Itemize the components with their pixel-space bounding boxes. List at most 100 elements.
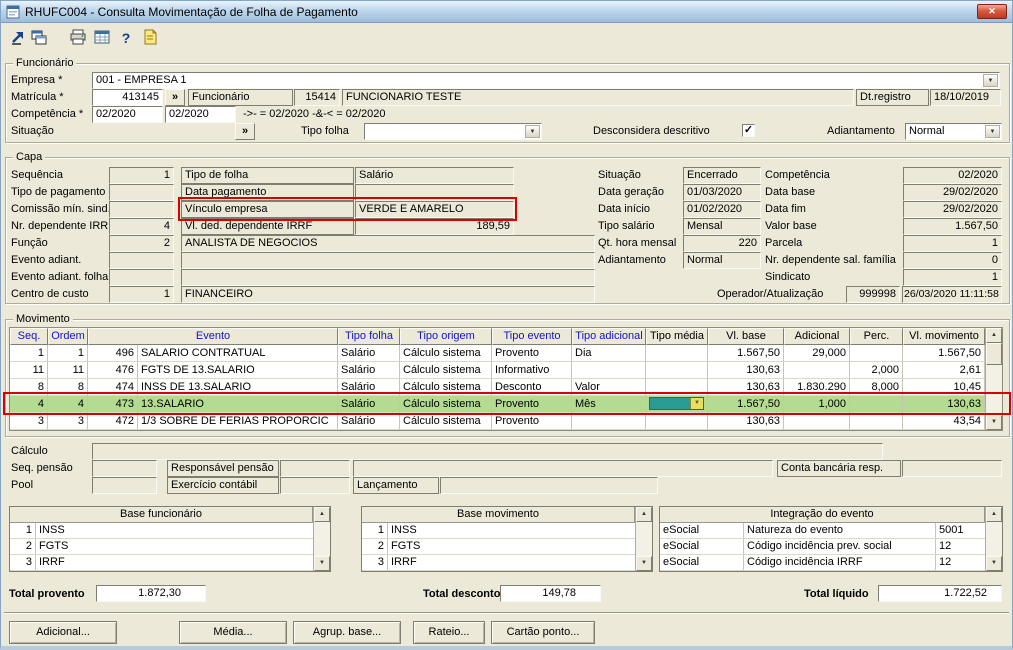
- toolbar-note-button[interactable]: [139, 26, 161, 50]
- windows-icon: [30, 28, 48, 49]
- desconsidera-descritivo-checkbox[interactable]: ✓: [742, 124, 755, 137]
- empresa-label: Empresa *: [11, 72, 62, 88]
- list-item[interactable]: 3 IRRF: [362, 555, 635, 571]
- list-scrollbar[interactable]: ▲ ▼: [313, 507, 330, 571]
- col-header-tipo-evento[interactable]: Tipo evento: [492, 328, 572, 345]
- window-title: RHUFC004 - Consulta Movimentação de Folh…: [25, 5, 358, 19]
- col-header-tipo-origem[interactable]: Tipo origem: [400, 328, 492, 345]
- movimento-row[interactable]: 11 11 476 FGTS DE 13.SALARIO Salário Cál…: [10, 362, 1002, 379]
- col-header-seq[interactable]: Seq.: [10, 328, 48, 345]
- toolbar-help-button[interactable]: ?: [115, 26, 137, 50]
- movimento-row[interactable]: 8 8 474 INSS DE 13.SALARIO Salário Cálcu…: [10, 379, 1002, 396]
- cell-tipo-adicional: [572, 413, 646, 430]
- item-name: FGTS: [36, 539, 313, 554]
- col-header-adicional[interactable]: Adicional: [784, 328, 850, 345]
- list-scrollbar[interactable]: ▲ ▼: [635, 507, 652, 571]
- toolbar-grid-button[interactable]: [91, 26, 113, 50]
- evento-adiant-desc-field: [181, 252, 595, 269]
- toolbar-exit-button[interactable]: [7, 26, 29, 50]
- scroll-up-icon[interactable]: ▲: [314, 507, 330, 522]
- scroll-down-icon[interactable]: ▼: [986, 556, 1002, 571]
- nr-dep-sal-familia-field: 0: [903, 252, 1002, 269]
- competencia-end-input[interactable]: 02/2020: [165, 106, 236, 123]
- cell-perc: [850, 396, 903, 413]
- cell-tipo-evento: Provento: [492, 396, 572, 413]
- list-item[interactable]: 2 FGTS: [362, 539, 635, 555]
- matricula-lookup-button[interactable]: »: [165, 89, 185, 106]
- vl-ded-irrf-field: 189,59: [355, 218, 514, 235]
- scroll-down-icon[interactable]: ▼: [314, 556, 330, 571]
- adicional-button[interactable]: Adicional...: [9, 621, 117, 644]
- item-num: 1: [10, 523, 36, 538]
- col-header-perc[interactable]: Perc.: [850, 328, 903, 345]
- col-header-vl-movimento[interactable]: Vl. movimento: [903, 328, 985, 345]
- empresa-value: 001 - EMPRESA 1: [96, 73, 982, 88]
- competencia-start-input[interactable]: 02/2020: [92, 106, 163, 123]
- title-bar[interactable]: RHUFC004 - Consulta Movimentação de Folh…: [1, 1, 1012, 23]
- print-icon: [69, 28, 87, 49]
- list-item[interactable]: 2 FGTS: [10, 539, 313, 555]
- cell-tipo-evento: Informativo: [492, 362, 572, 379]
- cell-tipo-media: [646, 345, 708, 362]
- col-header-vl-base[interactable]: Vl. base: [708, 328, 784, 345]
- agrup-base-button[interactable]: Agrup. base...: [293, 621, 401, 644]
- list-item[interactable]: 1 INSS: [362, 523, 635, 539]
- cell-seq: 3: [10, 413, 48, 430]
- scroll-up-icon[interactable]: ▲: [636, 507, 652, 522]
- close-button[interactable]: ✕: [977, 4, 1007, 19]
- cell-tipo-media: [646, 362, 708, 379]
- col-header-tipo-folha[interactable]: Tipo folha: [338, 328, 400, 345]
- movimento-row[interactable]: 1 1 496 SALARIO CONTRATUAL Salário Cálcu…: [10, 345, 1002, 362]
- tipo-folha-combo[interactable]: ▼: [364, 123, 542, 140]
- media-button[interactable]: Média...: [179, 621, 287, 644]
- list-scrollbar[interactable]: ▲ ▼: [985, 507, 1002, 571]
- toolbar-windows-button[interactable]: [28, 26, 50, 50]
- exercicio-contabil-field: [280, 477, 350, 494]
- list-item[interactable]: eSocial Natureza do evento 5001: [660, 523, 985, 539]
- movimento-row[interactable]: 3 3 472 1/3 SOBRE DE FERIAS PROPORCIC Sa…: [10, 413, 1002, 430]
- chevron-down-icon: ▼: [985, 125, 1000, 138]
- cell-evento: 13.SALARIO: [138, 396, 338, 413]
- toolbar-print-button[interactable]: [67, 26, 89, 50]
- cell-tipo-adicional: Mês: [572, 396, 646, 413]
- capa-situacao-field: Encerrado: [683, 167, 761, 184]
- matricula-input[interactable]: 413145: [92, 89, 163, 106]
- cartao-ponto-button[interactable]: Cartão ponto...: [491, 621, 595, 644]
- tipo-pagamento-field: [109, 184, 174, 201]
- col-header-tipo-media[interactable]: Tipo média: [646, 328, 708, 345]
- movimento-legend: Movimento: [13, 312, 73, 326]
- data-geracao-label: Data geração: [598, 184, 664, 200]
- list-item[interactable]: eSocial Código incidência prev. social 1…: [660, 539, 985, 555]
- empresa-combo[interactable]: 001 - EMPRESA 1 ▼: [92, 72, 1000, 89]
- rateio-button[interactable]: Rateio...: [413, 621, 485, 644]
- cell-tipo-origem: Cálculo sistema: [400, 379, 492, 396]
- scroll-down-icon[interactable]: ▼: [986, 415, 1002, 430]
- situacao-lookup-button[interactable]: »: [235, 123, 255, 140]
- scroll-up-icon[interactable]: ▲: [986, 328, 1002, 343]
- movimento-table-header: Seq. Ordem Evento Tipo folha Tipo origem…: [10, 328, 1002, 345]
- cell-seq: 8: [10, 379, 48, 396]
- table-scrollbar[interactable]: ▲ ▼: [985, 328, 1002, 430]
- pool-label: Pool: [11, 477, 33, 493]
- tipo-media-combo[interactable]: ▼: [649, 397, 704, 410]
- list-item[interactable]: 1 INSS: [10, 523, 313, 539]
- item-origem: eSocial: [660, 555, 744, 570]
- capa-competencia-field: 02/2020: [903, 167, 1002, 184]
- scroll-up-icon[interactable]: ▲: [986, 507, 1002, 522]
- data-fim-label: Data fim: [765, 201, 806, 217]
- list-item[interactable]: 3 IRRF: [10, 555, 313, 571]
- cell-tipo-origem: Cálculo sistema: [400, 396, 492, 413]
- tipo-salario-field: Mensal: [683, 218, 761, 235]
- col-header-ordem[interactable]: Ordem: [48, 328, 88, 345]
- cell-vl-base: 130,63: [708, 413, 784, 430]
- cell-seq: 4: [10, 396, 48, 413]
- item-campo: Código incidência IRRF: [744, 555, 936, 570]
- col-header-evento[interactable]: Evento: [88, 328, 338, 345]
- col-header-tipo-adicional[interactable]: Tipo adicional: [572, 328, 646, 345]
- evento-adiant-folha-field: [109, 269, 174, 286]
- scrollbar-thumb[interactable]: [986, 343, 1002, 365]
- list-item[interactable]: eSocial Código incidência IRRF 12: [660, 555, 985, 571]
- adiantamento-combo[interactable]: Normal ▼: [905, 123, 1002, 140]
- movimento-row-selected[interactable]: 4 4 473 13.SALARIO Salário Cálculo siste…: [10, 396, 1002, 413]
- scroll-down-icon[interactable]: ▼: [636, 556, 652, 571]
